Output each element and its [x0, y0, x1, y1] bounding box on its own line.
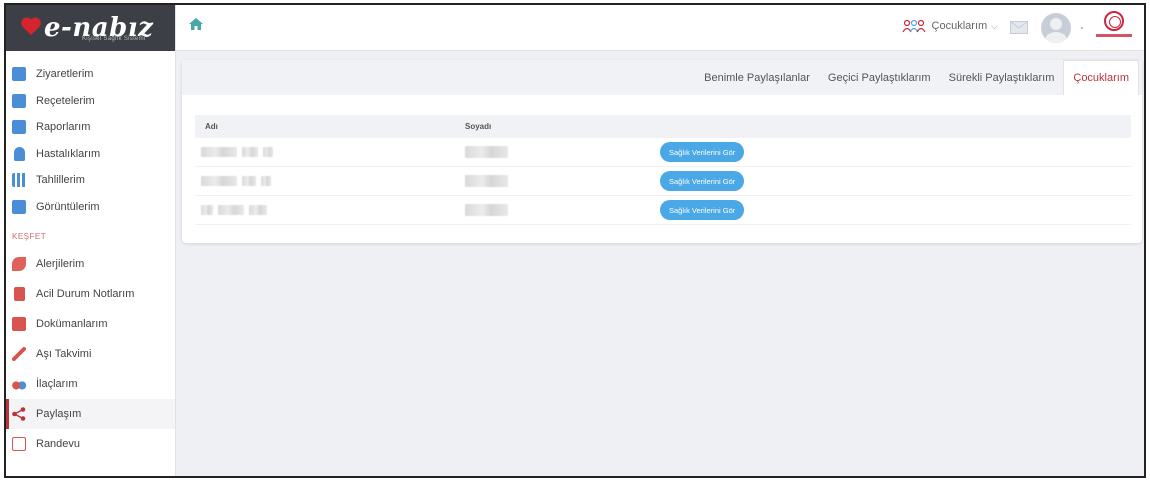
app-logo[interactable]: e-nabız Kişisel Sağlık Sistemi: [6, 5, 175, 51]
separator-dot: [1081, 27, 1083, 29]
column-header-surname: Soyadı: [465, 122, 492, 131]
pills-icon: [12, 377, 26, 391]
mail-icon[interactable]: [1010, 21, 1028, 34]
sidebar-item-label: Raporlarım: [36, 121, 91, 134]
redacted-surname: [465, 204, 660, 216]
view-health-data-button[interactable]: Sağlık Verilerini Gör: [660, 142, 745, 162]
sidebar-item-hastaliklarim[interactable]: Hastalıklarım: [6, 141, 175, 168]
patient-icon: [14, 146, 25, 161]
sidebar-item-paylasim[interactable]: Paylaşım: [6, 399, 175, 429]
sidebar-item-raporlarim[interactable]: Raporlarım: [6, 114, 175, 141]
share-icon: [12, 407, 26, 421]
sidebar-item-label: Alerjilerim: [36, 258, 85, 270]
app-window: e-nabız Kişisel Sağlık Sistemi Ziyaretle…: [4, 3, 1146, 478]
emergency-note-icon: [14, 287, 25, 301]
table-row: Sağlık Verilerini Gör: [195, 196, 1131, 225]
test-tubes-icon: [12, 173, 26, 188]
sidebar-item-label: İlaçlarım: [36, 378, 78, 390]
table-header: Adı Soyadı: [195, 115, 1131, 138]
documents-icon: [12, 317, 26, 331]
top-bar: Çocuklarım ⌵: [176, 5, 1144, 51]
sidebar-item-label: Reçetelerim: [36, 94, 95, 107]
tab-gecici-paylastiklarim[interactable]: Geçici Paylaştıklarım: [819, 60, 940, 95]
sidebar-menu: Ziyaretlerim Reçetelerim Raporlarım Hast…: [6, 51, 175, 220]
sidebar-item-acil-durum-notlarim[interactable]: Acil Durum Notlarım: [6, 279, 175, 309]
children-dropdown[interactable]: Çocuklarım ⌵: [901, 19, 998, 33]
column-header-name: Adı: [205, 122, 218, 131]
sidebar-item-randevu[interactable]: Randevu: [6, 429, 175, 459]
section-label-kesfet: KEŞFET: [12, 232, 47, 241]
calendar-icon: [12, 437, 26, 451]
tab-cocuklarim[interactable]: Çocuklarım: [1063, 60, 1139, 95]
sidebar-item-ziyaretlerim[interactable]: Ziyaretlerim: [6, 61, 175, 88]
sidebar-item-label: Acil Durum Notlarım: [36, 288, 135, 300]
ministry-seal-icon: [1104, 11, 1124, 31]
sidebar-item-label: Paylaşım: [36, 408, 82, 420]
children-dropdown-label: Çocuklarım: [931, 20, 988, 32]
sidebar-item-alerjilerim[interactable]: Alerjilerim: [6, 249, 175, 279]
sidebar-item-label: Ziyaretlerim: [36, 68, 94, 81]
logo-subtitle: Kişisel Sağlık Sistemi: [82, 36, 146, 42]
sidebar-item-label: Dokümanlarım: [36, 318, 108, 330]
sidebar-item-ilaclarim[interactable]: İlaçlarım: [6, 369, 175, 399]
table-row: Sağlık Verilerini Gör: [195, 138, 1131, 167]
sidebar-item-asi-takvimi[interactable]: Aşı Takvimi: [6, 339, 175, 369]
redacted-name: [195, 205, 465, 215]
sidebar-item-goruntulerim[interactable]: Görüntülerim: [6, 194, 175, 221]
sidebar-item-label: Aşı Takvimi: [36, 348, 92, 360]
tab-surekli-paylastiklarim[interactable]: Sürekli Paylaştıklarım: [940, 60, 1064, 95]
sidebar-item-label: Randevu: [36, 438, 81, 450]
heart-icon: [20, 18, 42, 38]
chevron-down-icon: ⌵: [991, 20, 998, 31]
sidebar-item-label: Tahlillerim: [36, 174, 85, 187]
redacted-surname: [465, 175, 660, 187]
tab-benimle-paylasilanlar[interactable]: Benimle Paylaşılanlar: [695, 60, 819, 95]
building-icon: [12, 67, 26, 82]
home-icon[interactable]: [188, 16, 204, 32]
table-row: Sağlık Verilerini Gör: [195, 167, 1131, 196]
sidebar-item-dokumanlarim[interactable]: Dokümanlarım: [6, 309, 175, 339]
sidebar-item-label: Görüntülerim: [36, 200, 100, 213]
redacted-name: [195, 176, 465, 186]
children-table: Adı Soyadı Sağlık Verilerini Gör Sağlık …: [195, 115, 1131, 225]
image-scan-icon: [12, 199, 26, 214]
sidebar: e-nabız Kişisel Sağlık Sistemi Ziyaretle…: [6, 5, 176, 476]
report-icon: [12, 120, 26, 135]
user-avatar[interactable]: [1041, 13, 1071, 43]
ministry-logo: [1094, 11, 1134, 45]
redacted-name: [195, 147, 465, 157]
sidebar-item-label: Hastalıklarım: [36, 147, 101, 160]
sidebar-explore-menu: Alerjilerim Acil Durum Notlarım Dokümanl…: [6, 249, 175, 459]
people-icon: [901, 19, 927, 33]
sidebar-item-recetelerim[interactable]: Reçetelerim: [6, 88, 175, 115]
view-health-data-button[interactable]: Sağlık Verilerini Gör: [660, 200, 745, 220]
sidebar-item-tahlillerim[interactable]: Tahlillerim: [6, 167, 175, 194]
sharing-panel: Benimle Paylaşılanlar Geçici Paylaştıkla…: [182, 60, 1142, 243]
tab-bar: Benimle Paylaşılanlar Geçici Paylaştıkla…: [182, 60, 1142, 95]
redacted-surname: [465, 146, 660, 158]
allergy-icon: [12, 257, 26, 271]
ministry-wordmark: [1096, 34, 1132, 37]
syringe-icon: [12, 347, 26, 361]
prescription-icon: [12, 93, 26, 108]
view-health-data-button[interactable]: Sağlık Verilerini Gör: [660, 171, 745, 191]
